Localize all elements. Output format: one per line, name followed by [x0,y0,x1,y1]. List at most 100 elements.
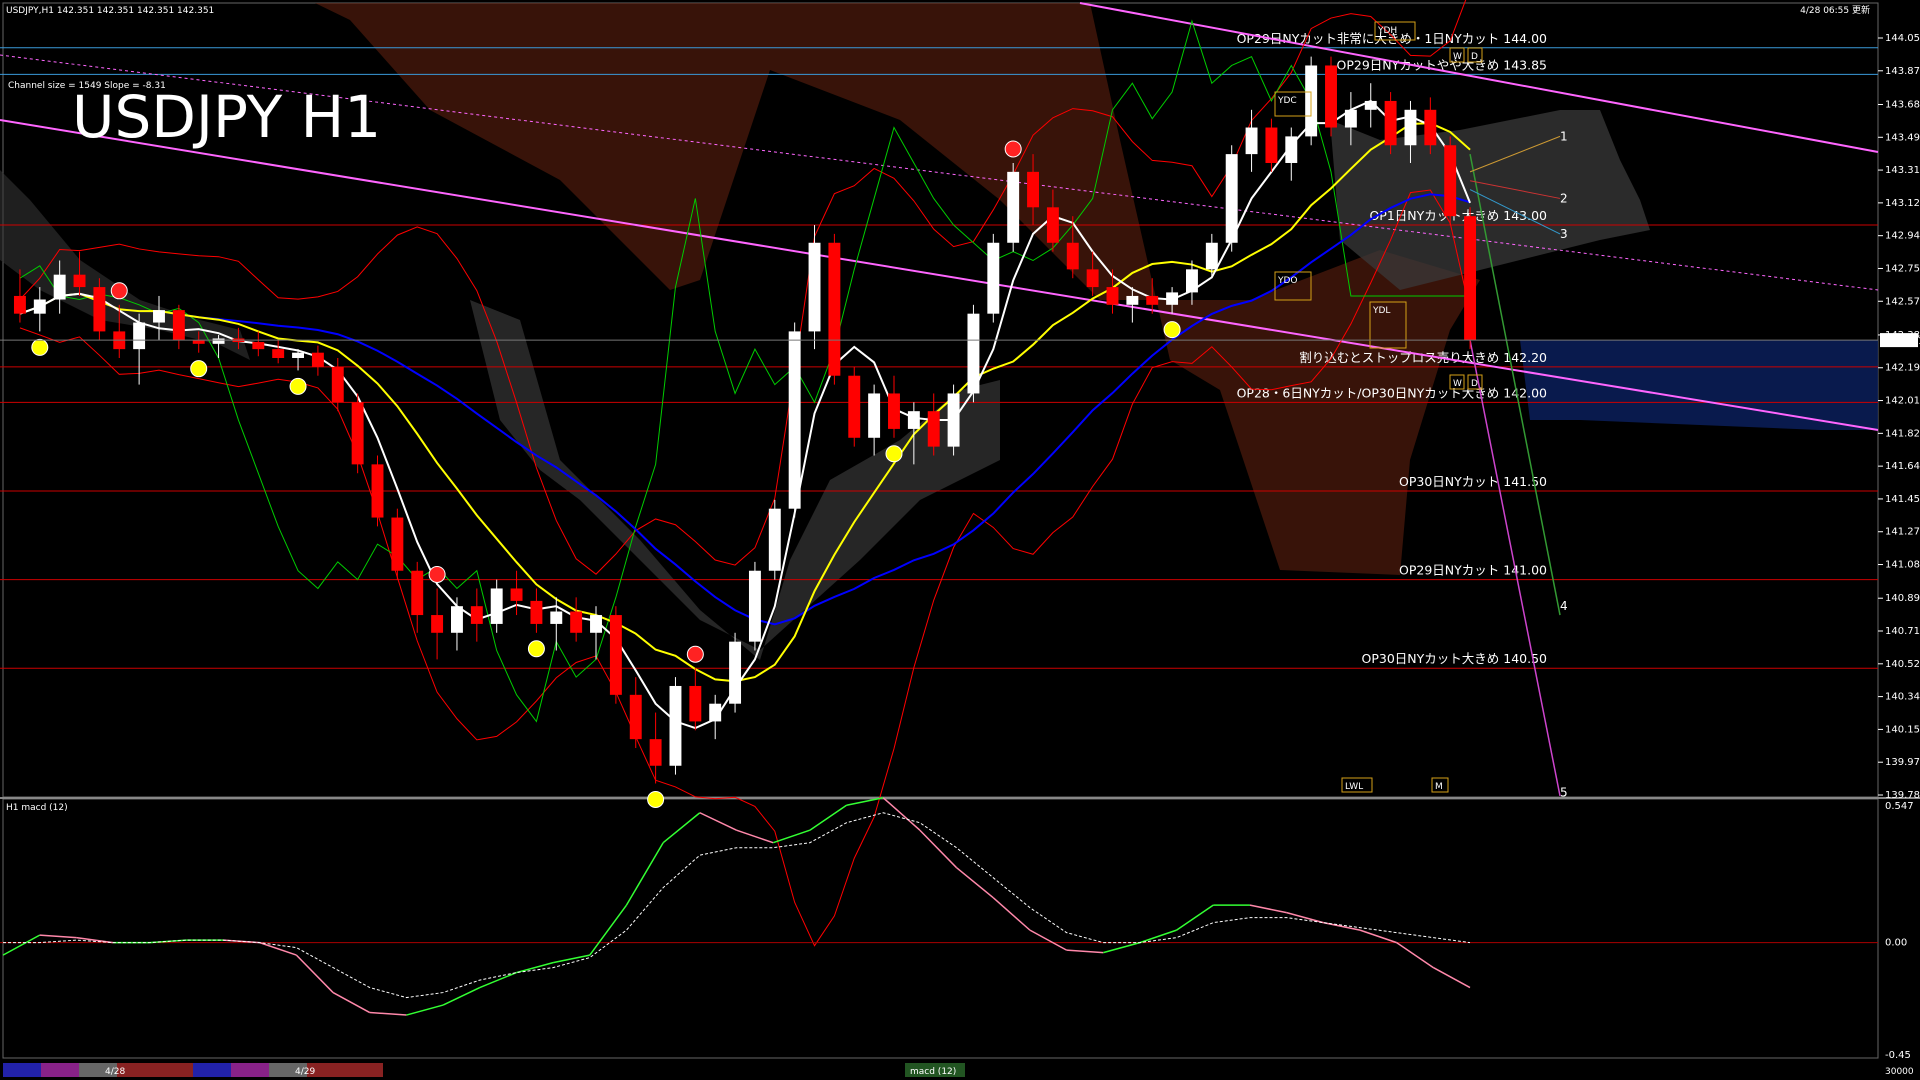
macd-line-segment [479,971,517,989]
macd-tick-label: 0.00 [1885,938,1907,949]
candle-body [1364,100,1377,110]
candle-body [292,352,304,358]
candle-body [311,352,324,367]
chart-title: USDJPY H1 [72,83,381,151]
wave-label: 1 [1560,129,1568,143]
candle-body [1384,100,1397,146]
price-tick-label: 144.055 [1885,33,1920,44]
time-label: 4/28 [105,1067,125,1077]
macd-line-segment [919,829,958,869]
candle-body [470,606,483,624]
macd-line-segment [295,954,334,994]
macd-panel-frame [2,798,1879,1059]
candle-body [1186,269,1198,293]
macd-line-segment [589,904,628,956]
price-tick-label: 141.455 [1885,494,1920,505]
level-box-label: M [1435,782,1443,792]
candle-body [1046,207,1059,243]
price-tick-label: 140.895 [1885,593,1920,604]
candle-body [252,342,265,350]
candle-body [331,366,344,403]
macd-line-segment [1103,941,1141,954]
cloud-bull-region-2 [1330,110,1650,290]
macd-line-segment [772,829,811,844]
wave-label: 4 [1560,599,1568,613]
candle-body [888,393,900,429]
candle-body [868,393,881,438]
candle-body [1464,216,1477,341]
candle-body [1404,109,1417,146]
price-tick-label: 143.310 [1885,165,1920,176]
candle-body [431,615,444,633]
price-tick-label: 141.640 [1885,461,1920,472]
price-tick-label: 142.195 [1885,363,1920,374]
wave-label: 2 [1560,191,1568,205]
candle-body [609,615,622,695]
candle-body [272,349,285,358]
price-tick-label: 140.340 [1885,692,1920,703]
macd-panel: 0.547 0.00 -0.45 [0,797,1914,1061]
macd-line-segment [1286,911,1324,924]
macd-line-segment [39,934,77,939]
level-box-label: YDC [1277,96,1297,106]
candle-body [73,274,86,288]
candle-body [53,274,66,300]
bottom-value: 30000 [1885,1067,1914,1077]
fractal-marker [110,282,128,300]
level-label: OP30日NYカット大きめ 140.50 [1362,651,1548,666]
candle-body [808,242,821,332]
price-tick-label: 140.155 [1885,724,1920,735]
macd-line-segment [552,954,590,964]
candle-body [709,703,722,722]
wave-label: 5 [1560,785,1568,799]
level-label: OP1日NYカット大きめ 143.00 [1369,208,1547,223]
candle-body [1126,295,1139,305]
candle-body [1325,65,1337,128]
current-price-label: 142.351 [1883,336,1920,347]
wave-label: 3 [1560,227,1568,241]
price-tick-label: 142.755 [1885,263,1920,274]
macd-line-segment [736,829,774,844]
fractal-marker [527,640,545,658]
cloud-bull-region-1 [470,300,1000,660]
price-tick-label: 141.825 [1885,428,1920,439]
candle-body [590,615,602,633]
macd-line-segment [406,1004,444,1016]
candle-body [927,411,940,447]
chart-canvas: OP29日NYカット非常に大きめ・1日NYカット 144.00OP29日NYカッ… [0,0,1920,1077]
candle-body [1285,136,1298,163]
candle-body [550,611,563,624]
macd-line-segment [2,934,41,956]
time-segment [3,1063,41,1077]
indicator-tab-label: macd (12) [910,1067,956,1077]
candle-body [1166,292,1179,305]
macd-line-segment [625,842,664,906]
candle-body [33,299,46,314]
macd-tick-label: -0.45 [1885,1050,1911,1061]
macd-line-segment [809,804,847,831]
price-tick-label: 143.125 [1885,198,1920,209]
price-tick-label: 143.680 [1885,99,1920,110]
macd-line-segment [369,1011,407,1016]
time-segment [155,1063,193,1077]
price-tick-label: 142.570 [1885,296,1920,307]
macd-line-segment [332,991,371,1014]
time-segment [231,1063,269,1077]
level-box-label: D [1471,379,1478,389]
candle-body [570,611,583,633]
candle-body [1225,154,1238,243]
price-tick-label: 140.525 [1885,659,1920,670]
candle-body [371,464,384,518]
datetime-label: 4/28 06:55 更新 [1800,4,1870,16]
candle-body [788,331,801,509]
candle-body [947,393,960,447]
candle-body [451,606,463,633]
candle-body [1146,295,1159,305]
candle-body [729,641,742,704]
candle-body [133,322,146,350]
candle-body [629,694,642,740]
fractal-marker [1004,140,1022,158]
time-segment [41,1063,79,1077]
price-tick-label: 141.085 [1885,560,1920,571]
macd-line-segment [259,941,297,956]
